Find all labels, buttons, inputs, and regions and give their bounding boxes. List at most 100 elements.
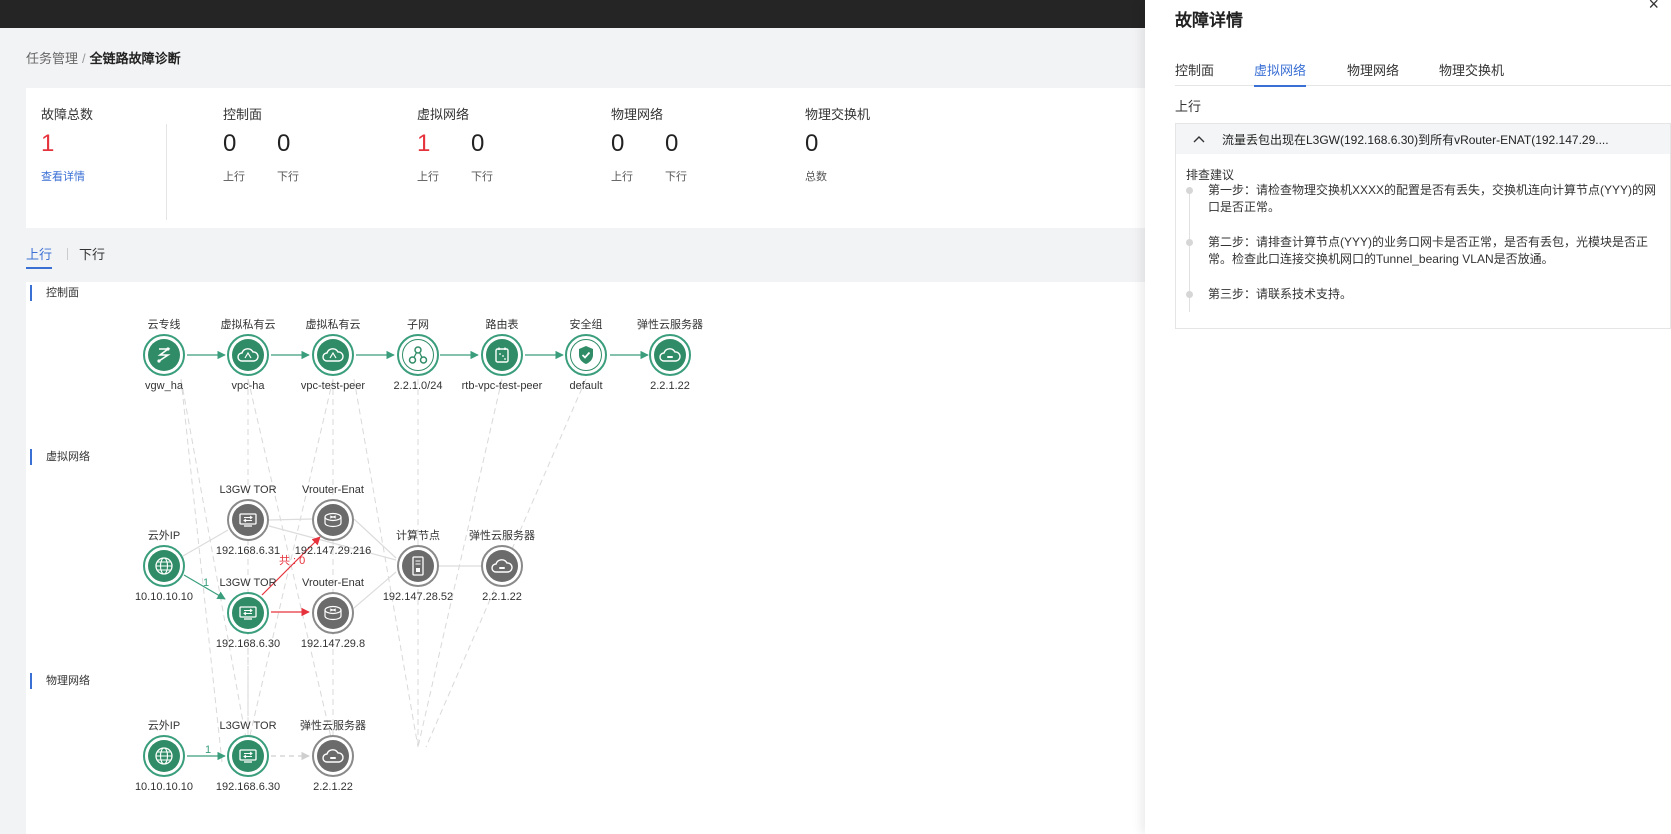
- node-circle: [312, 592, 354, 634]
- node-title: 弹性云服务器: [469, 530, 535, 542]
- node-title: 弹性云服务器: [637, 319, 703, 331]
- direction-label: 上行: [1175, 99, 1202, 114]
- summary-group-title: 物理交换机: [805, 107, 871, 122]
- switch-icon: [232, 740, 264, 772]
- tab-physical-switch[interactable]: 物理交换机: [1439, 60, 1504, 85]
- summary-total-value: 1: [41, 130, 55, 157]
- summary-up-value: 0: [611, 130, 625, 157]
- node-circle: [481, 545, 523, 587]
- node-circle: [397, 334, 439, 376]
- advice-title: 排查建议: [1186, 168, 1235, 182]
- virtual-node-ecs[interactable]: 弹性云服务器 2.2.1.22: [447, 529, 557, 604]
- node-title: Vrouter-Enat: [302, 484, 364, 496]
- summary-down-label: 下行: [277, 171, 299, 183]
- control-node-ecs[interactable]: 弹性云服务器 2.2.1.22: [615, 318, 725, 393]
- topology-canvas: 控制面 虚拟网络 物理网络 云专线 vgw_ha 虚拟私有云 vpc-ha 虚拟…: [26, 282, 1145, 834]
- summary-down-label: 下行: [665, 171, 687, 183]
- router-icon: [317, 504, 349, 536]
- main-content: 任务管理 / 全链路故障诊断 故障总数 1 查看详情 控制面 0 上行 0 下行 虚…: [0, 28, 1145, 834]
- security-group-icon: [570, 339, 602, 371]
- summary-total-switch-value: 0: [805, 130, 819, 157]
- summary-down-label: 下行: [471, 171, 493, 183]
- edge-label-fault-total: 共 : 0: [279, 555, 306, 567]
- tab-virtual-network[interactable]: 虚拟网络: [1254, 60, 1307, 87]
- summary-up-label: 上行: [223, 171, 245, 183]
- step-dot: [1186, 291, 1193, 298]
- ecs-cloud-icon: [654, 339, 686, 371]
- node-circle: [312, 499, 354, 541]
- chevron-up-icon[interactable]: [1192, 132, 1206, 146]
- tab-separator: [67, 248, 68, 260]
- node-circle: [227, 735, 269, 777]
- globe-icon: [148, 550, 180, 582]
- tab-uplink[interactable]: 上行: [26, 244, 53, 269]
- close-icon[interactable]: ×: [1648, 0, 1659, 15]
- summary-group-title: 控制面: [223, 107, 263, 122]
- summary-group-title: 虚拟网络: [417, 107, 470, 122]
- node-circle: [481, 334, 523, 376]
- summary-up-value: 1: [417, 130, 431, 157]
- node-name: 2.2.1.22: [313, 781, 353, 793]
- summary-total-title: 故障总数: [41, 107, 94, 122]
- node-circle: [397, 545, 439, 587]
- tab-control-plane[interactable]: 控制面: [1175, 60, 1214, 85]
- ecs-cloud-icon: [317, 740, 349, 772]
- fault-item-header[interactable]: 流量丢包出现在L3GW(192.168.6.30)到所有vRouter-ENAT…: [1176, 124, 1670, 154]
- node-circle: [227, 334, 269, 376]
- direct-connect-icon: [148, 339, 180, 371]
- ecs-cloud-icon: [486, 550, 518, 582]
- fault-item: 流量丢包出现在L3GW(192.168.6.30)到所有vRouter-ENAT…: [1175, 123, 1671, 329]
- physical-node-ecs[interactable]: 弹性云服务器 2.2.1.22: [278, 719, 388, 794]
- breadcrumb: 任务管理 / 全链路故障诊断: [26, 48, 181, 67]
- node-circle: [143, 735, 185, 777]
- panel-title: 故障详情: [1175, 11, 1243, 30]
- vpc-cloud-icon: [232, 339, 264, 371]
- breadcrumb-parent-link[interactable]: 任务管理: [26, 51, 78, 66]
- node-circle: [649, 334, 691, 376]
- vpc-cloud-icon: [317, 339, 349, 371]
- step-text: 第一步：请检查物理交换机XXXX的配置是否有丢失，交换机连向计算节点(YYY)的…: [1208, 183, 1657, 214]
- router-icon: [317, 597, 349, 629]
- breadcrumb-current: 全链路故障诊断: [89, 51, 181, 66]
- summary-up-value: 0: [223, 130, 237, 157]
- node-circle: [312, 334, 354, 376]
- tab-physical-network[interactable]: 物理网络: [1347, 60, 1399, 85]
- summary-down-value: 0: [665, 130, 679, 157]
- step-dot: [1186, 239, 1193, 246]
- section-physical-network: 物理网络: [30, 673, 90, 689]
- node-name: 2.2.1.22: [482, 591, 522, 603]
- node-name: 192.147.29.8: [300, 638, 366, 650]
- node-circle: [565, 334, 607, 376]
- view-details-link[interactable]: 查看详情: [41, 168, 85, 184]
- panel-tabs: 控制面 虚拟网络 物理网络 物理交换机: [1175, 58, 1671, 87]
- switch-icon: [232, 597, 264, 629]
- tab-downlink[interactable]: 下行: [79, 244, 105, 267]
- fault-detail-panel: 故障详情 × 控制面 虚拟网络 物理网络 物理交换机 上行 流量丢包出现在L3G…: [1145, 0, 1671, 834]
- section-control-plane: 控制面: [30, 285, 79, 301]
- summary-total-switch-label: 总数: [805, 171, 827, 183]
- switch-icon: [232, 504, 264, 536]
- step-dot: [1186, 187, 1193, 194]
- summary-divider: [166, 124, 167, 220]
- subnet-icon: [402, 339, 434, 371]
- edge-label-eip-l3gw: 1: [203, 577, 210, 589]
- node-circle: [227, 592, 269, 634]
- breadcrumb-separator: /: [82, 51, 86, 66]
- node-circle: [143, 334, 185, 376]
- node-circle: [143, 545, 185, 587]
- summary-up-label: 上行: [611, 171, 633, 183]
- route-table-icon: [486, 339, 518, 371]
- step-text: 第二步：请排查计算节点(YYY)的业务口网卡是否正常，是否有丢包，光模块是否正常…: [1208, 235, 1649, 266]
- node-circle: [312, 735, 354, 777]
- summary-down-value: 0: [471, 130, 485, 157]
- edge-label-physical-eip-l3gw: 1: [205, 744, 212, 756]
- fault-description: 流量丢包出现在L3GW(192.168.6.30)到所有vRouter-ENAT…: [1222, 133, 1609, 147]
- server-icon: [402, 550, 434, 582]
- summary-down-value: 0: [277, 130, 291, 157]
- node-name: 2.2.1.22: [650, 380, 690, 392]
- globe-icon: [148, 740, 180, 772]
- summary-group-title: 物理网络: [611, 107, 664, 122]
- summary-up-label: 上行: [417, 171, 439, 183]
- fault-summary-card: 故障总数 1 查看详情 控制面 0 上行 0 下行 虚拟网络 1 上行 0 下行…: [26, 88, 1145, 228]
- step-text: 第三步：请联系技术支持。: [1208, 287, 1353, 301]
